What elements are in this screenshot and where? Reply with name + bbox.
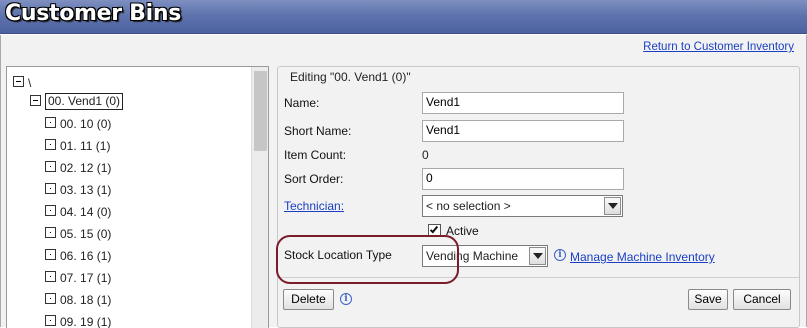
- tree-item[interactable]: 07. 17 (1): [45, 268, 111, 286]
- save-button[interactable]: Save: [688, 289, 728, 310]
- leaf-icon: [45, 315, 56, 327]
- item-count-label: Item Count:: [284, 148, 347, 162]
- tree-item-label[interactable]: 03. 13 (1): [60, 181, 111, 199]
- tree-item[interactable]: 03. 13 (1): [45, 180, 111, 198]
- tree-item-label[interactable]: 01. 11 (1): [60, 137, 110, 155]
- technician-select[interactable]: < no selection >: [422, 195, 623, 217]
- tree-item-label[interactable]: 05. 15 (0): [60, 225, 111, 243]
- leaf-icon: [45, 205, 56, 217]
- tree-item[interactable]: 02. 12 (1): [45, 158, 111, 176]
- name-label: Name:: [284, 96, 320, 110]
- tree-node-selected[interactable]: 00. Vend1 (0): [30, 92, 124, 111]
- cancel-button[interactable]: Cancel: [733, 289, 791, 310]
- tree-item[interactable]: 01. 11 (1): [45, 136, 110, 154]
- tree-item[interactable]: 08. 18 (1): [45, 290, 111, 308]
- page-title: Customer Bins: [5, 1, 182, 26]
- tree-node-label[interactable]: 00. Vend1 (0): [45, 93, 124, 111]
- tree-root-label: \: [28, 75, 32, 90]
- tree-item-label[interactable]: 07. 17 (1): [60, 269, 111, 287]
- checkmark-icon: [429, 224, 439, 234]
- form-legend: Editing "00. Vend1 (0)": [290, 70, 411, 84]
- tree-item-label[interactable]: 04. 14 (0): [60, 203, 111, 221]
- technician-select-value: < no selection >: [426, 199, 511, 213]
- tree-scrollbar[interactable]: [251, 67, 268, 328]
- technician-link[interactable]: Technician:: [284, 199, 344, 213]
- leaf-icon: [45, 293, 56, 305]
- collapse-icon[interactable]: [13, 76, 24, 88]
- page-header: Customer Bins: [0, 0, 807, 34]
- sort-order-label: Sort Order:: [284, 172, 344, 186]
- chevron-down-icon[interactable]: [604, 197, 621, 215]
- short-name-input[interactable]: Vend1: [422, 120, 624, 142]
- chevron-down-icon[interactable]: [529, 247, 546, 265]
- leaf-icon: [45, 161, 56, 173]
- leaf-icon: [45, 271, 56, 283]
- manage-machine-inventory-link[interactable]: Manage Machine Inventory: [570, 250, 715, 264]
- leaf-icon: [45, 183, 56, 195]
- short-name-label: Short Name:: [284, 124, 352, 138]
- sort-order-input[interactable]: 0: [422, 168, 624, 190]
- tree-item[interactable]: 06. 16 (1): [45, 246, 111, 264]
- highlight-annotation: [276, 235, 459, 284]
- scrollbar-thumb[interactable]: [254, 71, 267, 151]
- tree-item[interactable]: 00. 10 (0): [45, 114, 111, 132]
- tree-item-label[interactable]: 09. 19 (1): [60, 313, 111, 328]
- leaf-icon: [45, 249, 56, 261]
- edit-bin-form: Editing "00. Vend1 (0)" Name: Vend1 Shor…: [277, 66, 800, 328]
- tree-item[interactable]: 04. 14 (0): [45, 202, 111, 220]
- delete-button[interactable]: Delete: [283, 289, 334, 310]
- leaf-icon: [45, 139, 56, 151]
- bin-tree: \ 00. Vend1 (0) 00. 10 (0) 01. 11 (1) 02…: [6, 66, 269, 328]
- tree-item-label[interactable]: 02. 12 (1): [60, 159, 111, 177]
- tree-item[interactable]: 09. 19 (1): [45, 312, 111, 328]
- content-frame: Return to Customer Inventory \ 00. Vend1…: [0, 35, 807, 328]
- leaf-icon: [45, 117, 56, 129]
- info-icon[interactable]: i: [340, 293, 352, 305]
- tree-item[interactable]: 05. 15 (0): [45, 224, 111, 242]
- item-count-value: 0: [422, 148, 429, 162]
- return-to-customer-inventory-link[interactable]: Return to Customer Inventory: [643, 41, 794, 53]
- leaf-icon: [45, 227, 56, 239]
- tree-item-label[interactable]: 00. 10 (0): [60, 115, 111, 133]
- tree-item-label[interactable]: 08. 18 (1): [60, 291, 111, 309]
- info-icon[interactable]: i: [554, 249, 566, 261]
- tree-root[interactable]: \: [13, 73, 31, 91]
- tree-item-label[interactable]: 06. 16 (1): [60, 247, 111, 265]
- collapse-icon[interactable]: [30, 95, 41, 107]
- name-input[interactable]: Vend1: [422, 92, 624, 114]
